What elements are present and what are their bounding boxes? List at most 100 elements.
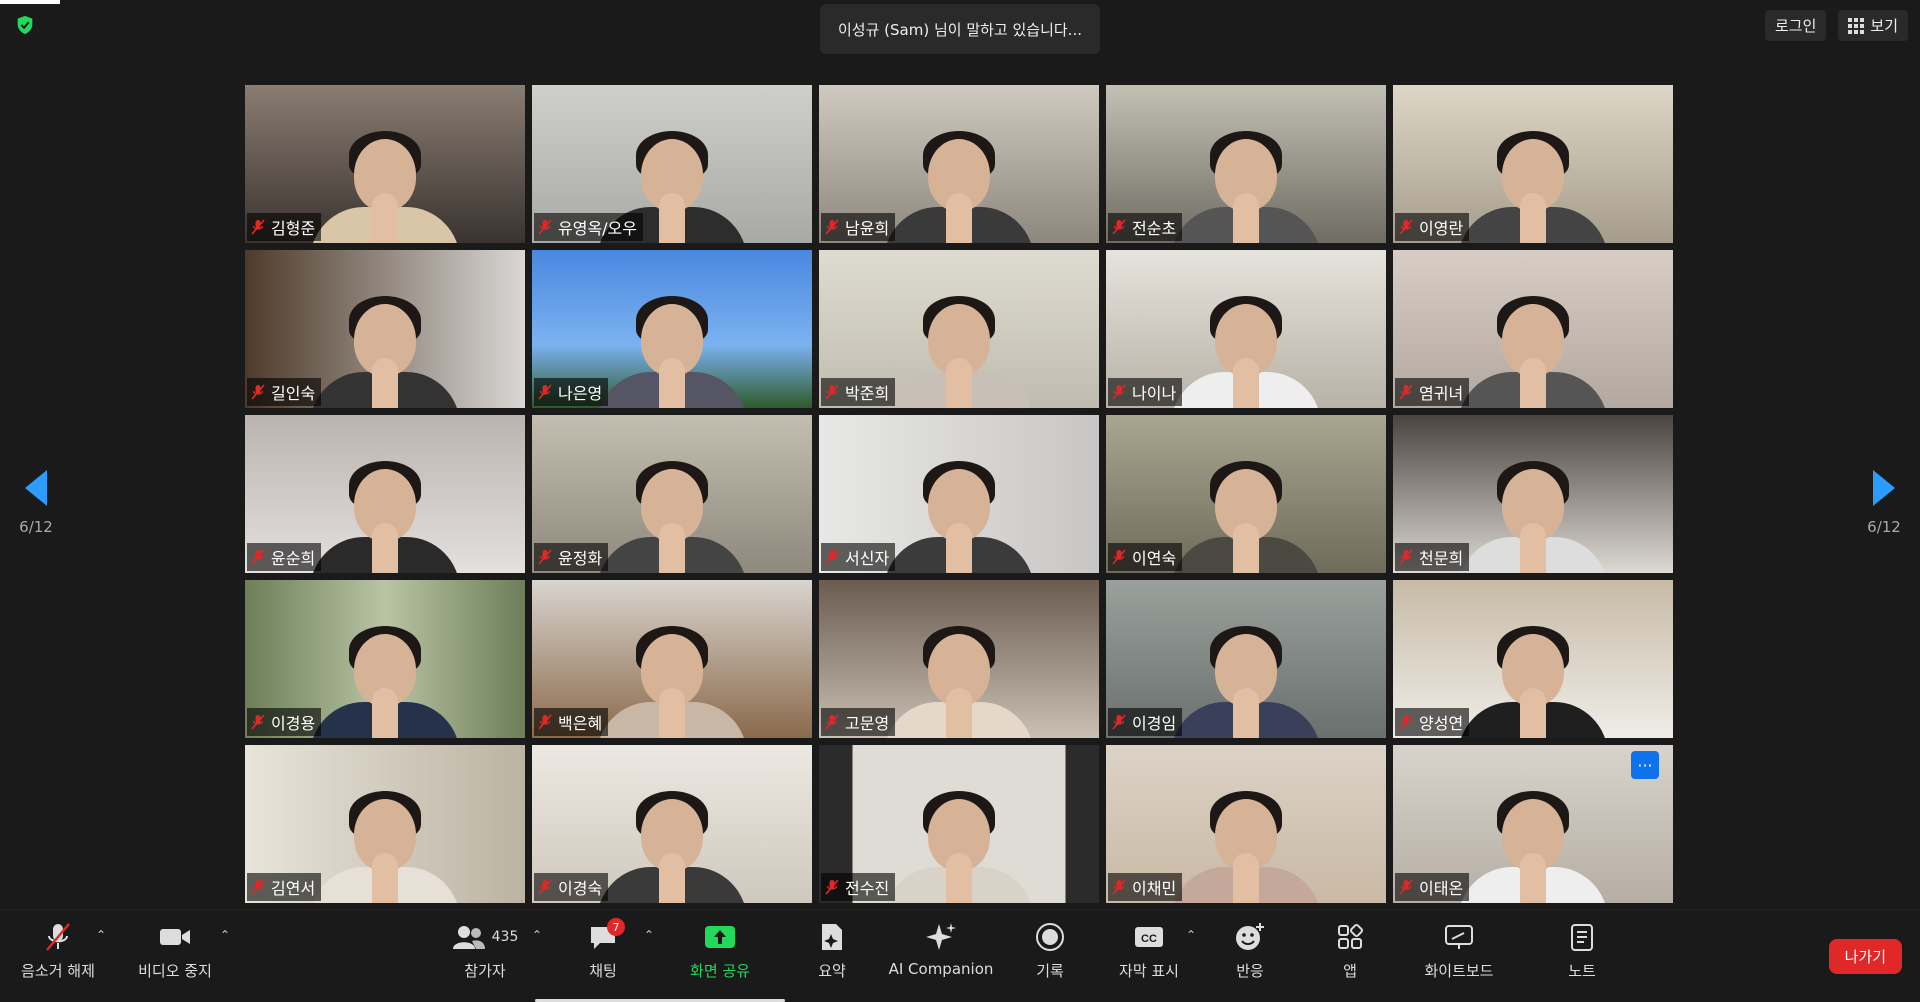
notes-icon [1571, 924, 1593, 951]
participant-name-tag: 백은혜 [534, 708, 609, 736]
participant-video-image [1458, 616, 1608, 738]
chat-button[interactable]: 7 채팅 [570, 918, 636, 981]
view-button[interactable]: 보기 [1838, 10, 1908, 41]
participant-video-tile[interactable]: 나은영 [532, 250, 812, 408]
record-label: 기록 [1036, 962, 1064, 980]
apps-label: 앱 [1343, 962, 1357, 980]
participant-name-tag: 양성연 [1395, 708, 1470, 736]
participants-button[interactable]: 435 참가자 [440, 920, 530, 981]
record-button[interactable]: 기록 [1020, 920, 1080, 981]
participant-video-image [1458, 451, 1608, 573]
participant-name: 박준희 [845, 384, 890, 403]
summary-button[interactable]: 요약 [800, 920, 864, 981]
participant-video-tile[interactable]: 고문영 [819, 580, 1099, 738]
participant-video-tile[interactable]: 전순초 [1106, 85, 1386, 243]
participant-video-tile[interactable]: 이영란 [1393, 85, 1673, 243]
unmute-button[interactable]: 음소거 해제 [14, 920, 102, 981]
participant-name-tag: 고문영 [821, 708, 896, 736]
summary-document-icon [822, 924, 842, 950]
captions-button[interactable]: CC 자막 표시 [1112, 920, 1186, 981]
microphone-muted-icon [825, 549, 839, 565]
participant-name: 양성연 [1419, 714, 1464, 733]
participant-video-tile[interactable]: 박준희 [819, 250, 1099, 408]
microphone-muted-icon [1112, 549, 1126, 565]
microphone-muted-icon [1112, 714, 1126, 730]
participant-video-tile[interactable]: 이채민 [1106, 745, 1386, 903]
participant-name: 이경임 [1132, 714, 1177, 733]
whiteboard-button[interactable]: 화이트보드 [1414, 920, 1504, 981]
previous-page-button[interactable]: 6/12 [6, 470, 66, 536]
participant-video-image [1171, 121, 1321, 243]
participant-video-image [597, 616, 747, 738]
participant-video-tile[interactable]: 백은혜 [532, 580, 812, 738]
notes-button[interactable]: 노트 [1552, 920, 1612, 981]
participant-video-tile[interactable]: 남윤희 [819, 85, 1099, 243]
apps-icon [1338, 923, 1364, 949]
participant-video-tile[interactable]: 서신자 [819, 415, 1099, 573]
participant-name-tag: 김연서 [247, 873, 322, 901]
participant-name-tag: 이채민 [1108, 873, 1183, 901]
participant-video-tile[interactable]: 나이나 [1106, 250, 1386, 408]
participant-name: 남윤희 [845, 219, 890, 238]
participant-name: 나이나 [1132, 384, 1177, 403]
security-shield-icon[interactable] [14, 14, 36, 36]
microphone-muted-icon [538, 879, 552, 895]
ai-companion-button[interactable]: AI Companion [888, 920, 994, 978]
participant-video-tile[interactable]: 윤정화 [532, 415, 812, 573]
arrow-left-icon [25, 470, 47, 506]
participant-name-tag: 이연숙 [1108, 543, 1183, 571]
leave-meeting-button[interactable]: 나가기 [1828, 939, 1902, 974]
login-button[interactable]: 로그인 [1764, 10, 1827, 41]
participant-name-tag: 이경숙 [534, 873, 609, 901]
microphone-muted-icon [251, 714, 265, 730]
participant-name: 김연서 [271, 879, 316, 898]
chevron-up-icon: ⌃ [532, 928, 543, 942]
participants-label: 참가자 [464, 962, 506, 980]
participant-name: 전수진 [845, 879, 890, 898]
microphone-muted-icon [251, 549, 265, 565]
participant-name: 이채민 [1132, 879, 1177, 898]
more-options-button[interactable]: ··· [1631, 751, 1659, 779]
reactions-button[interactable]: 반응 [1220, 920, 1280, 981]
participant-video-image [884, 451, 1034, 573]
participant-video-tile[interactable]: 김형준 [245, 85, 525, 243]
grid-view-icon [1848, 17, 1865, 34]
participant-video-tile[interactable]: 이경용 [245, 580, 525, 738]
participant-name-tag: 박준희 [821, 378, 896, 406]
participant-video-tile[interactable]: 양성연 [1393, 580, 1673, 738]
participant-name: 나은영 [558, 384, 603, 403]
whiteboard-icon [1445, 925, 1473, 949]
participant-video-tile[interactable]: 이경임 [1106, 580, 1386, 738]
participant-video-tile[interactable]: 김연서 [245, 745, 525, 903]
microphone-muted-icon [1112, 219, 1126, 235]
stop-video-button[interactable]: 비디오 중지 [130, 920, 220, 981]
participant-video-tile[interactable]: 이태온 ··· [1393, 745, 1673, 903]
participant-name: 고문영 [845, 714, 890, 733]
participant-video-image [1458, 286, 1608, 408]
participant-video-tile[interactable]: 이경숙 [532, 745, 812, 903]
microphone-muted-icon [1112, 384, 1126, 400]
participant-video-tile[interactable]: 천문희 [1393, 415, 1673, 573]
participant-name-tag: 윤정화 [534, 543, 609, 571]
microphone-muted-icon [251, 879, 265, 895]
microphone-muted-icon [538, 549, 552, 565]
next-page-button[interactable]: 6/12 [1854, 470, 1914, 536]
page-indicator-right: 6/12 [1867, 518, 1901, 536]
participant-video-tile[interactable]: 이연숙 [1106, 415, 1386, 573]
microphone-muted-icon [1399, 384, 1413, 400]
participant-name-tag: 유영옥/오우 [534, 213, 643, 241]
participant-video-tile[interactable]: 길인숙 [245, 250, 525, 408]
participant-name-tag: 나이나 [1108, 378, 1183, 406]
participant-video-tile[interactable]: 전수진 [819, 745, 1099, 903]
whiteboard-label: 화이트보드 [1424, 962, 1494, 980]
participant-video-image [1171, 451, 1321, 573]
participant-video-tile[interactable]: 윤순희 [245, 415, 525, 573]
participant-video-tile[interactable]: 유영옥/오우 [532, 85, 812, 243]
participant-video-image [1171, 616, 1321, 738]
apps-button[interactable]: 앱 [1320, 920, 1380, 981]
share-screen-button[interactable]: 화면 공유 [680, 920, 760, 981]
chevron-up-icon: ⌃ [220, 928, 231, 942]
participant-video-image [1171, 286, 1321, 408]
participant-video-tile[interactable]: 염귀녀 [1393, 250, 1673, 408]
video-gallery-grid: 김형준 유영옥/오우 남윤희 전순초 이영란 길인숙 나은영 박준희 나이나 염… [245, 85, 1673, 903]
